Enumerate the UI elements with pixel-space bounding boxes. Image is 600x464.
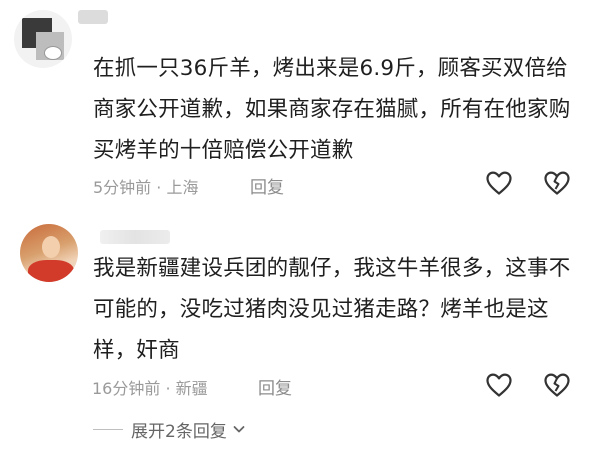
broken-heart-icon[interactable] xyxy=(543,170,571,196)
reply-button[interactable]: 回复 xyxy=(258,374,292,399)
avatar-face xyxy=(42,236,60,258)
comment-location: 上海 xyxy=(166,178,199,197)
heart-outline-icon[interactable] xyxy=(485,170,513,196)
avatar-body xyxy=(28,260,74,282)
meta-separator: · xyxy=(156,178,167,197)
comment-meta: 5分钟前 · 上海 xyxy=(93,174,198,198)
avatar[interactable] xyxy=(14,10,72,68)
expand-replies-label: 展开2条回复 xyxy=(131,421,227,442)
chevron-down-icon xyxy=(233,426,245,433)
comment-time: 5分钟前 xyxy=(93,178,152,197)
heart-outline-icon[interactable] xyxy=(485,372,513,398)
broken-heart-icon[interactable] xyxy=(543,372,571,398)
comment-meta: 16分钟前 · 新疆 xyxy=(92,375,208,399)
expand-replies-button[interactable]: 展开2条回复 xyxy=(93,417,247,442)
avatar-cat-sticker xyxy=(44,46,62,60)
divider-line xyxy=(93,428,123,430)
reply-button[interactable]: 回复 xyxy=(250,173,284,198)
comment-text: 我是新疆建设兵团的靓仔，我这牛羊很多，这事不可能的，没吃过猪肉没见过猪走路？烤羊… xyxy=(93,256,571,363)
username-blurred[interactable] xyxy=(100,230,170,244)
comment-time: 16分钟前 xyxy=(92,379,161,398)
meta-separator: · xyxy=(165,379,176,398)
comment-text: 在抓一只36斤羊，烤出来是6.9斤，顾客买双倍给商家公开道歉，如果商家存在猫腻，… xyxy=(93,56,571,163)
avatar[interactable] xyxy=(20,224,78,282)
username-blurred[interactable] xyxy=(78,10,108,24)
comment-location: 新疆 xyxy=(175,379,208,398)
